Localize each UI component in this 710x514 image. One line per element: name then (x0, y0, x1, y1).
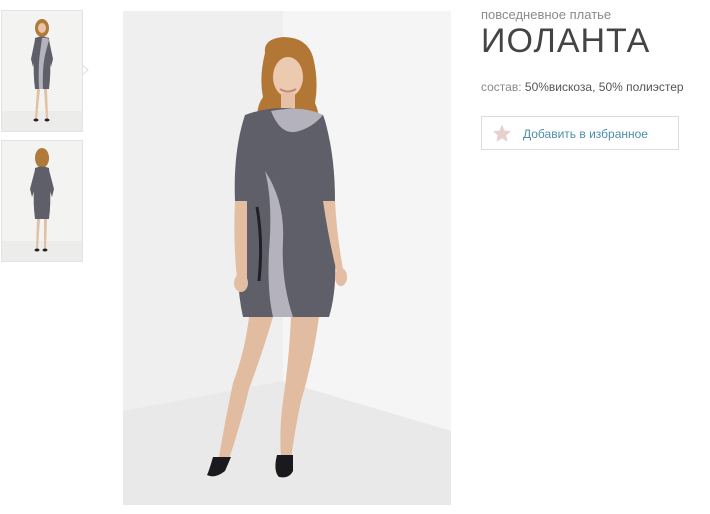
selected-thumbnail-arrow-icon (82, 65, 89, 75)
star-icon (493, 124, 511, 142)
thumbnail-front-view[interactable] (1, 10, 83, 132)
main-product-photo[interactable] (123, 11, 451, 505)
product-category: повседневное платье (481, 7, 612, 22)
thumbnail-back-image (2, 141, 82, 261)
add-to-favorites-label: Добавить в избранное (523, 127, 648, 141)
thumbnail-front-image (2, 11, 82, 131)
composition-label: состав: (481, 80, 522, 94)
add-to-favorites-button[interactable]: Добавить в избранное (481, 116, 679, 150)
product-model-image (123, 11, 451, 505)
product-title: ИОЛАНТА (481, 22, 651, 60)
composition-value: 50%вискоза, 50% полиэстер (524, 80, 684, 94)
product-composition: состав: 50%вискоза, 50% полиэстер (481, 80, 684, 94)
thumbnail-back-view[interactable] (1, 140, 83, 262)
